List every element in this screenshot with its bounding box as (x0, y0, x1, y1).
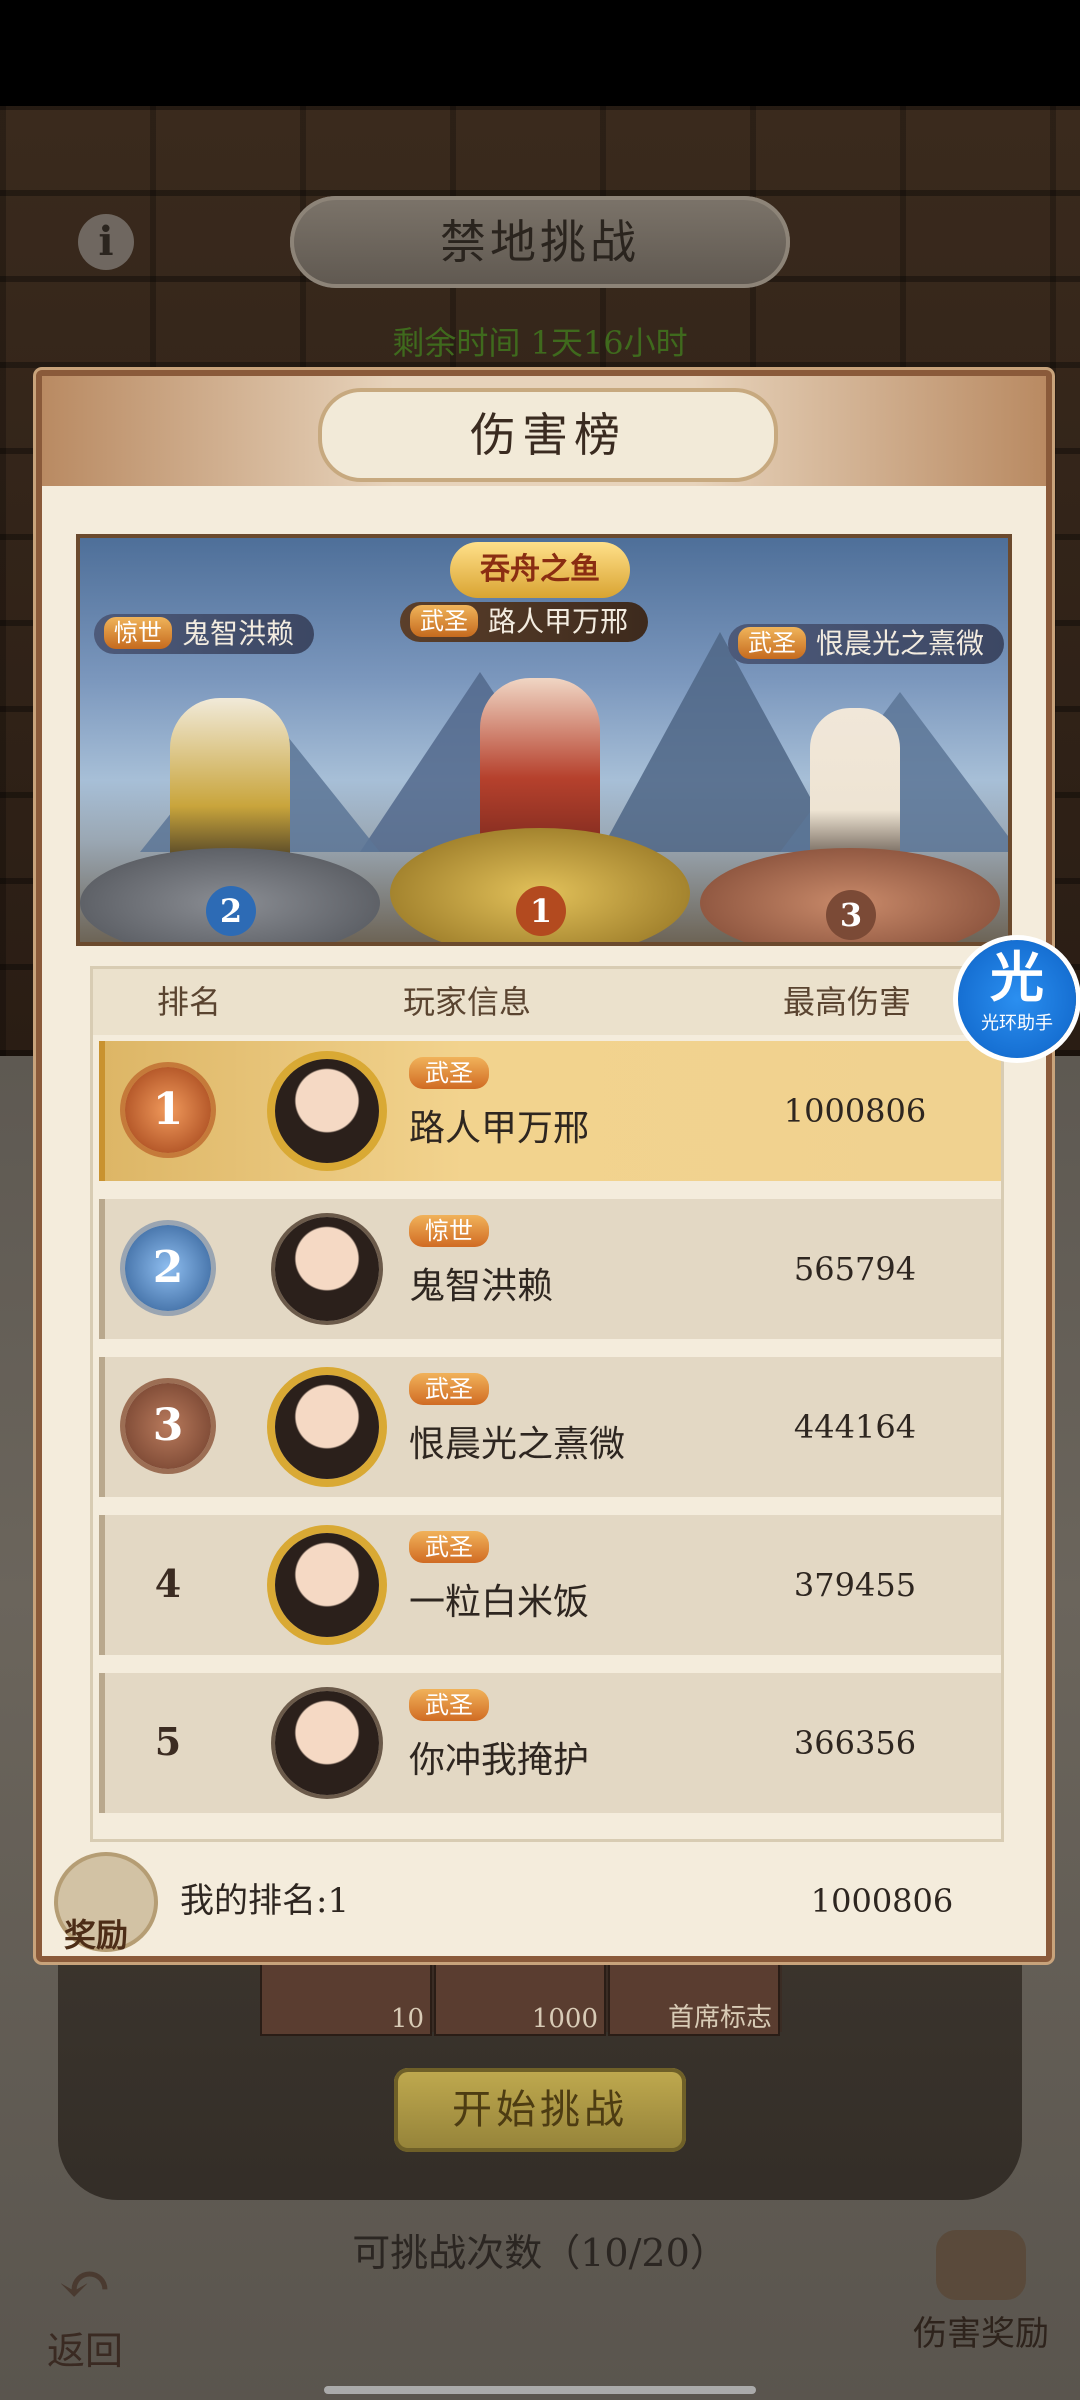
helper-floating-button[interactable]: 光 光环助手 (958, 940, 1076, 1058)
podium-rank-1: 1 (516, 886, 566, 936)
max-damage: 565794 (793, 1250, 917, 1288)
rank-medal-silver: 2 (125, 1225, 211, 1311)
podium-banner: 吞舟之鱼 惊世 鬼智洪赖 武圣 路人甲万邢 武圣 恨晨光之熹微 2 1 3 (76, 534, 1012, 946)
title-badge: 武圣 (409, 1057, 489, 1089)
max-damage: 366356 (793, 1724, 917, 1762)
table-row[interactable]: 3 武圣 恨晨光之熹微 444164 (99, 1357, 1001, 1497)
header-damage: 最高伤害 (783, 983, 912, 1021)
status-bar (0, 0, 1080, 106)
reward-items-row: 10 1000 首席标志 (260, 1952, 782, 2036)
podium-rank-2: 2 (206, 886, 256, 936)
podium-name-tag-3: 武圣 恨晨光之熹微 (728, 624, 1005, 664)
avatar (275, 1533, 379, 1637)
my-damage: 1000806 (810, 1882, 954, 1920)
title-badge: 武圣 (409, 1689, 489, 1721)
table-row[interactable]: 2 惊世 鬼智洪赖 565794 (99, 1199, 1001, 1339)
max-damage: 379455 (793, 1566, 917, 1604)
reward-item[interactable]: 首席标志 (608, 1952, 780, 2036)
avatar (275, 1059, 379, 1163)
title-badge: 武圣 (409, 1531, 489, 1563)
avatar (275, 1691, 379, 1795)
header-rank: 排名 (157, 983, 222, 1021)
rank-number: 5 (154, 1719, 182, 1764)
back-button[interactable]: ↶ 返回 (30, 2248, 140, 2373)
start-challenge-button[interactable]: 开始挑战 (394, 2068, 686, 2152)
table-row[interactable]: 1 武圣 路人甲万邢 1000806 (99, 1041, 1001, 1181)
page-title: 禁地挑战 (290, 196, 790, 288)
table-row[interactable]: 4 武圣 一粒白米饭 379455 (99, 1515, 1001, 1655)
player-name: 你冲我掩护 (409, 1740, 590, 1781)
title-badge: 武圣 (409, 1373, 489, 1405)
player-name: 恨晨光之熹微 (409, 1424, 626, 1465)
podium-name-tag-2: 惊世 鬼智洪赖 (94, 614, 315, 654)
my-rank-label: 我的排名:1 (180, 1881, 350, 1921)
reward-chest-button[interactable]: 奖励 (58, 1856, 154, 1954)
header-player: 玩家信息 (403, 983, 532, 1021)
podium-name-tag-1: 武圣 路人甲万邢 (400, 602, 649, 642)
table-header: 排名 玩家信息 最高伤害 (93, 969, 1001, 1035)
champion-title-plaque: 吞舟之鱼 (450, 542, 630, 598)
max-damage: 444164 (793, 1408, 917, 1446)
damage-leaderboard-modal: 伤害榜 吞舟之鱼 惊世 鬼智洪赖 武圣 路人甲万邢 武圣 恨晨光之熹微 2 1 3 排… (36, 370, 1052, 1962)
player-name: 路人甲万邢 (409, 1108, 590, 1149)
rank-medal-gold: 1 (125, 1067, 211, 1153)
info-icon[interactable]: i (78, 214, 134, 270)
reward-item[interactable]: 10 (260, 1952, 432, 2036)
leaderboard-table: 排名 玩家信息 最高伤害 1 武圣 路人甲万邢 1000806 2 惊世 鬼智洪… (90, 966, 1004, 1842)
damage-reward-button[interactable]: 伤害奖励 (906, 2230, 1056, 2370)
reward-item[interactable]: 1000 (434, 1952, 606, 2036)
home-indicator[interactable] (324, 2386, 756, 2394)
title-badge: 惊世 (409, 1215, 489, 1247)
table-row[interactable]: 5 武圣 你冲我掩护 366356 (99, 1673, 1001, 1813)
player-name: 一粒白米饭 (409, 1582, 590, 1623)
my-rank-bar: 奖励 我的排名:1 1000806 (42, 1846, 1046, 1956)
modal-title: 伤害榜 (318, 388, 778, 482)
avatar (275, 1375, 379, 1479)
podium-rank-3: 3 (826, 890, 876, 940)
reward-label: 奖励 (64, 1916, 129, 1954)
player-name: 鬼智洪赖 (409, 1266, 554, 1307)
max-damage: 1000806 (783, 1092, 927, 1130)
rank-number: 4 (154, 1561, 182, 1606)
avatar (275, 1217, 379, 1321)
back-arrow-icon: ↶ (58, 2248, 112, 2322)
remaining-time: 剩余时间 1天16小时 (392, 324, 688, 362)
chest-icon (936, 2230, 1026, 2300)
attempts-count: 可挑战次数（10/20） (352, 2231, 728, 2275)
rank-medal-bronze: 3 (125, 1383, 211, 1469)
